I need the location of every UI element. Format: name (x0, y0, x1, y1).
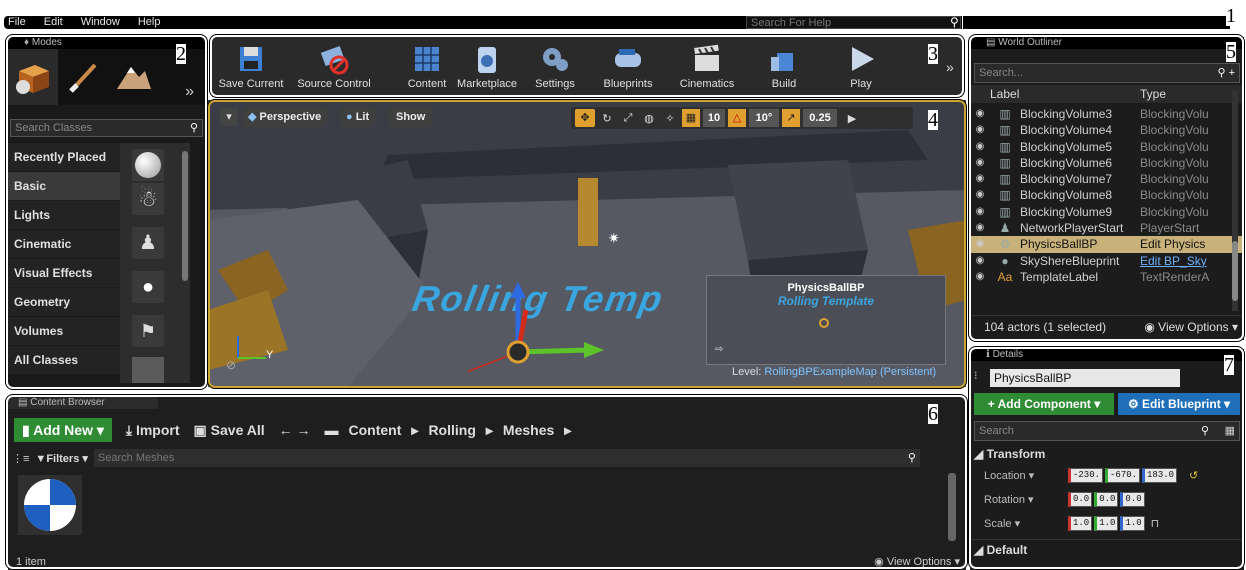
search-icon[interactable]: ⚲ (950, 15, 959, 29)
menu-help[interactable]: Help (138, 16, 161, 29)
menu-edit[interactable]: Edit (44, 16, 63, 29)
outliner-frame (968, 34, 1245, 342)
content-browser-frame (5, 394, 968, 570)
marker-3: 3 (928, 43, 938, 65)
menu-bar-blank (962, 16, 1230, 29)
viewport-frame (207, 99, 967, 389)
marker-7: 7 (1224, 354, 1234, 376)
marker-2: 2 (176, 43, 186, 65)
toolbar-frame (209, 34, 965, 98)
menu-file[interactable]: File (8, 16, 26, 29)
marker-1: 1 (1226, 5, 1236, 27)
marker-5: 5 (1226, 41, 1236, 63)
marker-6: 6 (928, 403, 938, 425)
marker-4: 4 (928, 109, 938, 131)
menu-window[interactable]: Window (81, 16, 120, 29)
help-search-input[interactable]: Search For Help (746, 16, 961, 29)
details-frame (968, 346, 1245, 570)
modes-frame (5, 34, 208, 390)
